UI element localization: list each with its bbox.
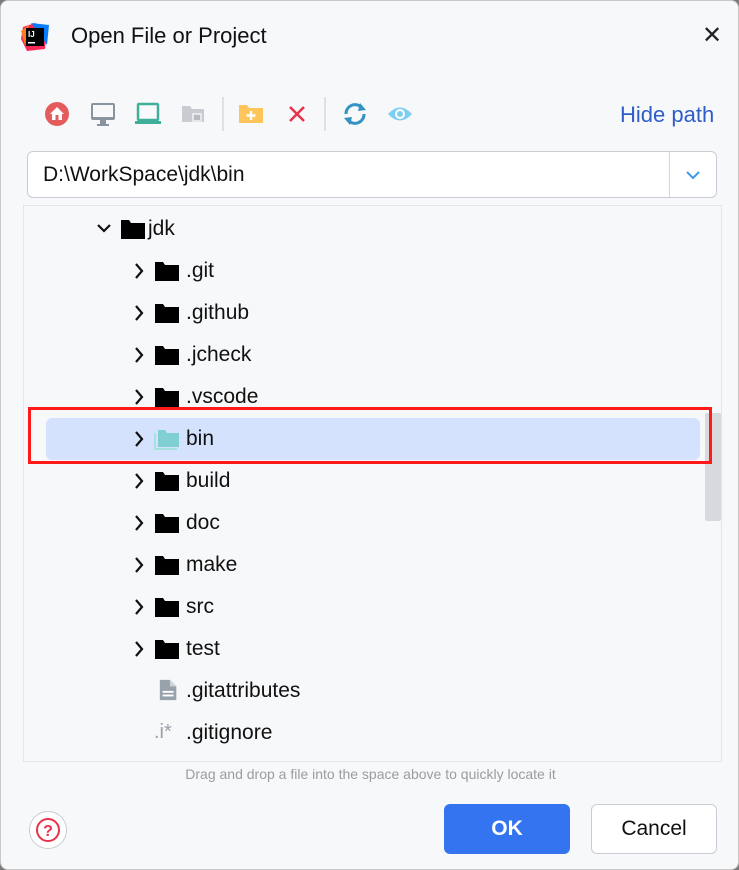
module-button[interactable] [179, 99, 209, 129]
refresh-icon [344, 103, 366, 125]
folder-icon [155, 598, 179, 617]
svg-text:?: ? [43, 823, 53, 840]
chevron-right-icon[interactable] [132, 261, 146, 281]
eye-icon [388, 107, 412, 121]
text-file-icon [159, 679, 177, 701]
file-tree[interactable]: .i* .gitignore .gitattributes test src make do… [23, 205, 722, 762]
tree-item[interactable]: .gitattributes [46, 670, 700, 712]
cancel-button[interactable]: Cancel [591, 804, 717, 854]
tree-item-label: .jcheck [186, 343, 252, 366]
refresh-button[interactable] [340, 99, 370, 129]
svg-text:IJ: IJ [28, 30, 35, 39]
chevron-down-icon [686, 170, 700, 179]
close-icon[interactable]: ✕ [701, 23, 723, 49]
folder-icon [155, 514, 179, 533]
tree-item[interactable]: doc [46, 502, 700, 544]
open-file-dialog: IJ Open File or Project ✕ Hide path .i*.… [0, 0, 739, 870]
tree-item[interactable]: .github [46, 292, 700, 334]
chevron-right-icon[interactable] [132, 471, 146, 491]
toolbar-separator [324, 97, 326, 131]
delete-button[interactable] [282, 99, 312, 129]
chevron-right-icon[interactable] [132, 513, 146, 533]
home-button[interactable] [42, 99, 72, 129]
new-folder-icon [239, 105, 263, 123]
laptop-icon [135, 102, 161, 124]
home-icon [45, 102, 69, 126]
hide-path-link[interactable]: Hide path [620, 102, 714, 128]
chevron-right-icon[interactable] [132, 639, 146, 659]
tree-item-label: build [186, 469, 231, 492]
new-folder-button[interactable] [236, 99, 266, 129]
help-button[interactable]: ? [29, 811, 67, 849]
drag-drop-hint: Drag and drop a file into the space abov… [185, 766, 556, 782]
tree-scrollbar[interactable] [705, 206, 721, 761]
desktop-button[interactable] [88, 99, 118, 129]
tree-item-label: .gitattributes [186, 679, 301, 702]
chevron-right-icon[interactable] [132, 303, 146, 323]
intellij-logo-icon: IJ [21, 23, 49, 51]
tree-item-label: .github [186, 301, 250, 324]
tree-item-label: .git [186, 259, 215, 282]
folder-icon [155, 346, 179, 365]
tree-item-label: src [186, 595, 214, 618]
folder-icon [155, 304, 179, 323]
chevron-right-icon[interactable] [132, 345, 146, 365]
path-dropdown-button[interactable] [669, 152, 716, 197]
tree-item-label: doc [186, 511, 220, 534]
chevron-down-icon[interactable] [97, 219, 111, 239]
chevron-right-icon[interactable] [132, 555, 146, 575]
tree-item[interactable]: .git [46, 250, 700, 292]
tree-item[interactable]: .jcheck [46, 334, 700, 376]
tree-item-label: test [186, 637, 220, 660]
chevron-right-icon[interactable] [132, 387, 146, 407]
tree-item[interactable]: src [46, 586, 700, 628]
highlight-box [28, 407, 712, 464]
tree-item-label: .gitignore [186, 721, 273, 744]
help-icon: ? [36, 818, 60, 842]
show-hidden-button[interactable] [385, 99, 415, 129]
tree-item[interactable]: jdk [46, 208, 700, 250]
path-combobox[interactable] [27, 151, 717, 198]
ok-button[interactable]: OK [444, 804, 570, 854]
tree-item-label: .vscode [186, 385, 259, 408]
tree-item-label: jdk [148, 217, 175, 240]
folder-icon [121, 220, 145, 239]
project-button[interactable] [133, 99, 163, 129]
tree-item[interactable]: .i* .gitignore [46, 712, 700, 754]
dialog-title: Open File or Project [71, 23, 267, 48]
chevron-right-icon[interactable] [132, 597, 146, 617]
folder-icon [155, 556, 179, 575]
tree-item[interactable]: build [46, 460, 700, 502]
tree-item-label: make [186, 553, 238, 576]
delete-icon [289, 106, 305, 122]
toolbar-separator [222, 97, 224, 131]
module-folder-icon [182, 106, 204, 122]
ignore-file-icon: .i* [154, 721, 172, 743]
folder-icon [155, 262, 179, 281]
tree-item[interactable]: make [46, 544, 700, 586]
folder-icon [155, 640, 179, 659]
path-input[interactable] [28, 152, 668, 197]
folder-icon [155, 472, 179, 491]
folder-icon [155, 388, 179, 407]
desktop-icon [91, 103, 115, 126]
tree-item[interactable]: test [46, 628, 700, 670]
